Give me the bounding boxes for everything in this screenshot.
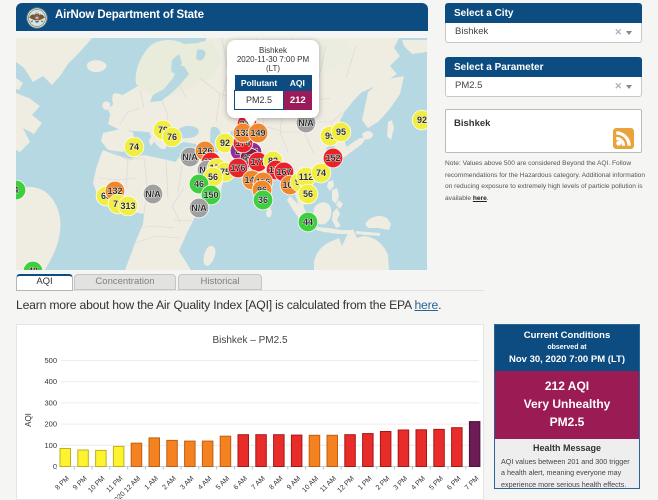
svg-text:2 PM: 2 PM [375,475,392,492]
svg-text:5 AM: 5 AM [215,475,231,491]
svg-text:56: 56 [208,172,218,182]
svg-text:313: 313 [120,201,135,211]
svg-text:1 AM: 1 AM [144,475,160,491]
svg-text:200: 200 [44,420,57,429]
svg-text:4 PM: 4 PM [410,475,427,492]
svg-text:10 AM: 10 AM [301,475,320,494]
svg-text:176: 176 [230,163,245,173]
svg-text:9 AM: 9 AM [286,475,302,491]
svg-text:7 PM: 7 PM [464,475,481,492]
svg-text:56: 56 [303,189,313,199]
svg-text:5 PM: 5 PM [428,475,445,492]
svg-text:4: 4 [16,185,19,195]
svg-text:1 PM: 1 PM [357,475,374,492]
svg-text:N/A: N/A [145,189,161,199]
svg-text:6 AM: 6 AM [233,475,249,491]
svg-text:400: 400 [44,377,57,386]
svg-text:11 AM: 11 AM [319,475,338,494]
svg-text:3 PM: 3 PM [393,475,410,492]
svg-text:92: 92 [220,138,230,148]
svg-text:2 AM: 2 AM [162,475,178,491]
svg-text:95: 95 [336,127,346,137]
svg-text:10 PM: 10 PM [87,475,106,494]
svg-text:3 AM: 3 AM [179,475,195,491]
svg-text:N/A: N/A [191,203,207,213]
svg-text:AQI: AQI [24,413,33,427]
svg-text:92: 92 [417,115,427,125]
svg-text:48: 48 [28,266,38,270]
svg-text:46: 46 [194,179,204,189]
svg-text:36: 36 [258,195,268,205]
svg-text:152: 152 [325,153,340,163]
svg-text:76: 76 [167,132,177,142]
svg-text:8 AM: 8 AM [268,475,284,491]
svg-text:149: 149 [250,128,265,138]
svg-text:N/A: N/A [298,118,314,128]
svg-text:74: 74 [129,142,139,152]
svg-text:4 AM: 4 AM [197,475,213,491]
svg-text:100: 100 [44,441,57,450]
svg-text:150: 150 [203,190,218,200]
svg-text:500: 500 [44,356,57,365]
svg-text:74: 74 [316,168,326,178]
svg-text:44: 44 [303,217,313,227]
svg-text:7 AM: 7 AM [251,475,267,491]
svg-text:300: 300 [44,398,57,407]
svg-text:6 PM: 6 PM [446,475,463,492]
svg-text:12 PM: 12 PM [336,475,355,494]
svg-text:8 PM: 8 PM [54,475,71,492]
